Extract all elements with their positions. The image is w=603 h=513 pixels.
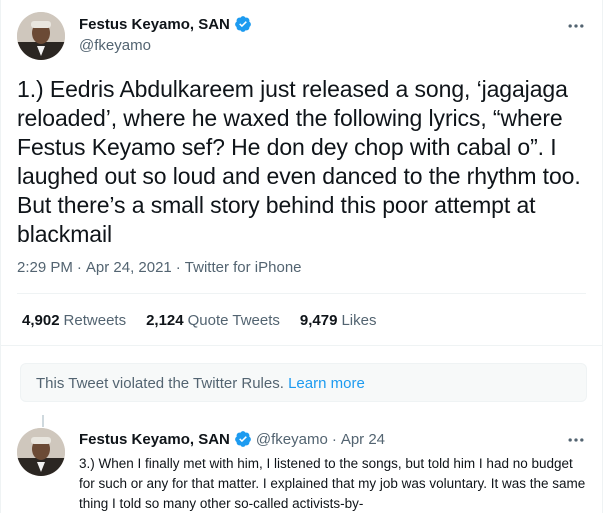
more-options-icon[interactable] [566,16,586,36]
stat-label: Quote Tweets [187,312,280,329]
tweet-stats: 4,902 Retweets 2,124 Quote Tweets 9,479 … [22,312,396,329]
tweet-text: 1.) Eedris Abdulkareem just released a s… [17,76,581,247]
reply-header: Festus Keyamo, SAN @fkeyamo · Apr 24 [79,430,385,448]
stat-count: 2,124 [146,312,184,329]
author-avatar[interactable] [17,12,65,60]
rules-violation-notice: This Tweet violated the Twitter Rules. L… [20,363,587,402]
reply-author-handle[interactable]: @fkeyamo [256,431,328,448]
reply-date[interactable]: Apr 24 [341,431,385,448]
meta-separator: · [331,430,337,448]
stat-label: Retweets [63,312,127,329]
reply-tweet-text: 3.) When I finally met with him, I liste… [79,456,586,511]
retweets-stat[interactable]: 4,902 Retweets [22,312,126,329]
stat-count: 4,902 [22,312,60,329]
tweet-time[interactable]: 2:29 PM [17,259,73,276]
author-display-name[interactable]: Festus Keyamo, SAN [79,16,230,33]
tweet-date[interactable]: Apr 24, 2021 [86,259,172,276]
notice-text: This Tweet violated the Twitter Rules. [36,375,284,392]
section-divider [1,345,602,346]
tweet-detail-view: Festus Keyamo, SAN @fkeyamo 1.) Eedris A… [0,0,603,513]
stat-label: Likes [341,312,377,329]
verified-badge-icon [234,430,252,448]
more-options-icon[interactable] [566,430,586,450]
divider [17,293,586,294]
tweet-meta: 2:29 PM · Apr 24, 2021 · Twitter for iPh… [17,259,302,276]
stat-count: 9,479 [299,312,338,329]
tweet-header: Festus Keyamo, SAN @fkeyamo [17,12,586,62]
reply-author-name[interactable]: Festus Keyamo, SAN [79,431,230,448]
thread-connector-line [42,415,44,427]
reply-author-avatar[interactable] [17,428,65,476]
quote-tweets-stat[interactable]: 2,124 Quote Tweets [146,312,280,329]
meta-separator: · [76,259,82,276]
learn-more-link[interactable]: Learn more [288,375,365,392]
verified-badge-icon [234,15,252,33]
author-name-row[interactable]: Festus Keyamo, SAN [79,15,252,33]
likes-stat[interactable]: 9,479 Likes [300,312,377,329]
author-handle[interactable]: @fkeyamo [79,37,151,54]
tweet-source[interactable]: Twitter for iPhone [185,259,302,276]
meta-separator: · [175,259,181,276]
